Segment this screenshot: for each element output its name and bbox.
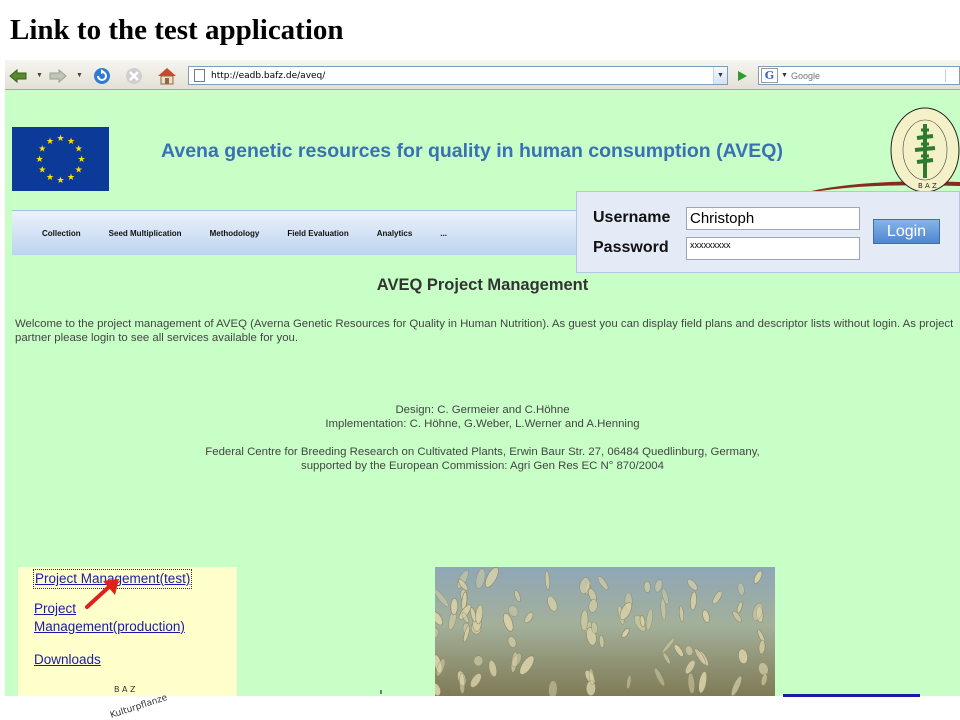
search-engine-icon[interactable]: G: [761, 68, 778, 83]
forward-icon[interactable]: [47, 65, 69, 87]
home-icon[interactable]: [156, 65, 178, 87]
go-icon[interactable]: [733, 66, 751, 85]
svg-text:★: ★: [77, 155, 85, 165]
svg-text:★: ★: [38, 166, 46, 176]
stop-icon[interactable]: [123, 65, 145, 87]
username-label: Username: [593, 209, 671, 226]
search-icon[interactable]: [945, 69, 957, 82]
under-link-underline: [783, 694, 920, 697]
nav-item-analytics[interactable]: Analytics: [377, 229, 413, 238]
address-bar[interactable]: http://eadb.bafz.de/aveq/ ▼: [188, 66, 728, 85]
page-header-title: Avena genetic resources for quality in h…: [161, 140, 783, 162]
username-field[interactable]: Christoph: [686, 207, 860, 230]
back-dropdown-icon[interactable]: ▼: [36, 72, 43, 79]
credits: Design: C. Germeier and C.Höhne Implemen…: [5, 403, 960, 473]
password-field[interactable]: xxxxxxxxx: [686, 237, 860, 260]
reload-icon[interactable]: [91, 65, 113, 87]
credits-support: supported by the European Commission: Ag…: [301, 460, 664, 472]
oat-field-photo: [435, 567, 775, 696]
nav-item-methodology[interactable]: Methodology: [210, 229, 260, 238]
under-seal-letters: B A Z: [114, 685, 136, 694]
project-management-production-link-line1[interactable]: Project: [34, 600, 76, 618]
search-engine-dropdown-icon[interactable]: ▼: [781, 72, 788, 79]
password-label: Password: [593, 239, 669, 256]
nav-item-more[interactable]: ...: [440, 229, 447, 238]
credits-design: Design: C. Germeier and C.Höhne: [395, 404, 570, 416]
login-button[interactable]: Login: [873, 219, 940, 244]
under-seal-fragment: B A Z Kulturpflanze: [109, 685, 169, 720]
forward-dropdown-icon[interactable]: ▼: [76, 72, 83, 79]
credits-address: Federal Centre for Breeding Research on …: [205, 446, 760, 458]
seal-letters: B A Z: [918, 182, 937, 190]
page-icon: [194, 69, 205, 82]
downloads-link[interactable]: Downloads: [34, 651, 101, 669]
under-fragment-mark: [447, 690, 449, 694]
svg-text:★: ★: [46, 173, 54, 183]
red-arrow-pointer: [85, 579, 119, 609]
browser-window: ▼ ▼ http://eadb.bafz.de/aveq/ ▼ G ▼ Goog…: [5, 60, 960, 696]
svg-text:★: ★: [56, 134, 64, 144]
url-text[interactable]: http://eadb.bafz.de/aveq/: [211, 71, 713, 81]
svg-text:★: ★: [75, 145, 83, 155]
page-title: AVEQ Project Management: [376, 276, 589, 294]
under-seal-text: Kulturpflanze: [109, 693, 169, 720]
nav-item-collection[interactable]: Collection: [42, 229, 81, 238]
nav-item-seed-multiplication[interactable]: Seed Multiplication: [109, 229, 182, 238]
slide-title: Link to the test application: [10, 14, 344, 46]
eu-flag-logo: ★ ★ ★ ★ ★ ★ ★ ★ ★ ★ ★ ★: [12, 127, 109, 191]
svg-text:★: ★: [67, 173, 75, 183]
login-panel: Username Password Christoph xxxxxxxxx Lo…: [576, 191, 960, 273]
svg-text:★: ★: [56, 176, 64, 186]
links-panel: Project Management(test) Project Managem…: [18, 567, 237, 696]
url-dropdown-icon[interactable]: ▼: [713, 67, 727, 84]
under-fragment-mark: [380, 690, 382, 694]
svg-text:★: ★: [35, 155, 43, 165]
credits-implementation: Implementation: C. Höhne, G.Weber, L.Wer…: [325, 418, 640, 430]
welcome-text: Welcome to the project management of AVE…: [15, 318, 954, 344]
browser-toolbar: ▼ ▼ http://eadb.bafz.de/aveq/ ▼ G ▼: [5, 60, 960, 90]
nav-item-field-evaluation[interactable]: Field Evaluation: [287, 229, 348, 238]
baz-seal-logo: B A Z: [877, 100, 960, 200]
svg-text:★: ★: [46, 137, 54, 147]
search-bar[interactable]: G ▼: [758, 66, 960, 85]
project-management-production-link-line2[interactable]: Management(production): [34, 618, 185, 636]
search-input[interactable]: [790, 70, 941, 81]
back-icon[interactable]: [7, 65, 29, 87]
svg-text:★: ★: [75, 166, 83, 176]
